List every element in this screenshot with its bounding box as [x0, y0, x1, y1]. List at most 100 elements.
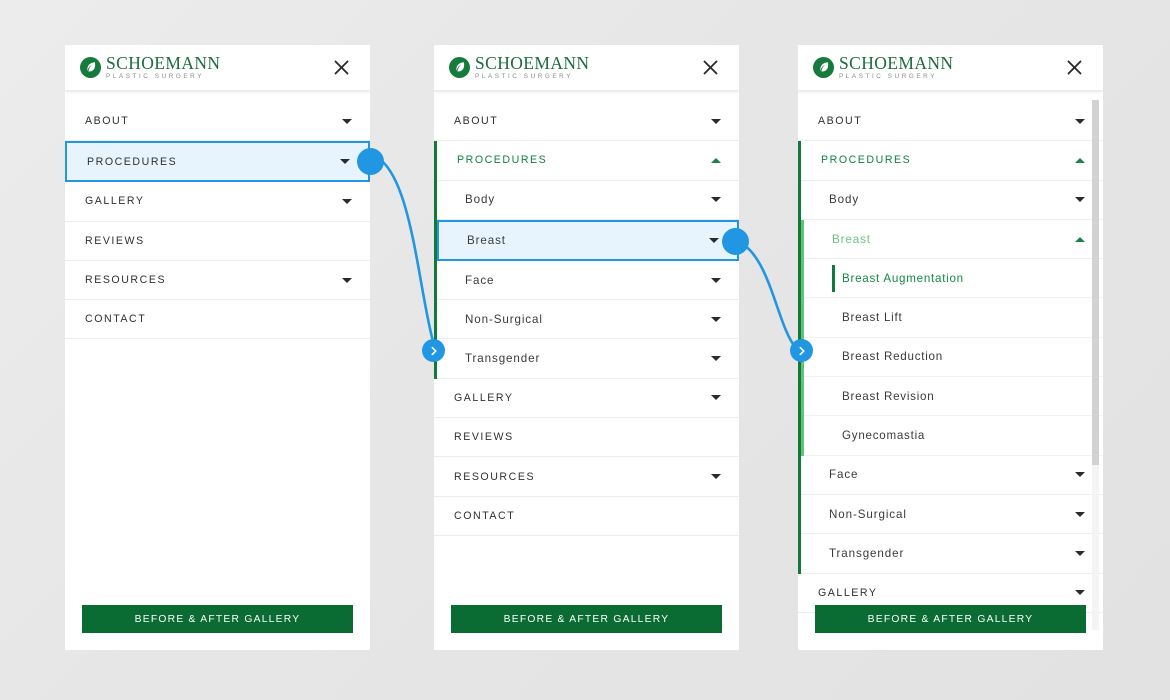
- close-icon[interactable]: [330, 57, 352, 79]
- submenu-item-transgender[interactable]: Transgender: [437, 339, 739, 379]
- procedure-item-label: Breast Lift: [842, 311, 903, 325]
- before-after-gallery-button[interactable]: BEFORE & AFTER GALLERY: [82, 605, 353, 633]
- menu-item-label: GALLERY: [454, 391, 514, 404]
- menu-list: ABOUT PROCEDURES GALLERY REVIEWS RESOURCES CO…: [65, 102, 370, 340]
- submenu-item-label: Breast: [467, 233, 506, 247]
- menu-list: ABOUT PROCEDURES Body Breast Breast Augmenta…: [798, 102, 1103, 613]
- menu-item-label: RESOURCES: [85, 274, 167, 287]
- chevron-down-icon[interactable]: [1074, 469, 1085, 480]
- procedure-item-breast-lift[interactable]: Breast Lift: [804, 298, 1103, 338]
- connector-start-dot-1: [357, 148, 384, 175]
- submenu-item-label: Breast: [832, 232, 871, 246]
- menu-panel-3: SCHOEMANN PLASTIC SURGERY ABOUT PROCEDURE…: [798, 45, 1103, 650]
- submenu-item-label: Body: [465, 193, 496, 207]
- chevron-right-icon: [422, 339, 445, 362]
- menu-item-reviews[interactable]: REVIEWS: [65, 221, 370, 261]
- chevron-up-icon[interactable]: [710, 155, 721, 166]
- submenu-item-label: Transgender: [829, 546, 905, 560]
- menu-body: ABOUT PROCEDURES Body Breast Breast Augmenta…: [798, 91, 1103, 650]
- chevron-down-icon[interactable]: [1074, 587, 1085, 598]
- screenshot-stage: SCHOEMANN PLASTIC SURGERY ABOUT PROCEDURE…: [0, 0, 1170, 700]
- menu-item-reviews[interactable]: REVIEWS: [434, 418, 739, 458]
- menu-item-label: CONTACT: [85, 313, 147, 326]
- chevron-down-icon[interactable]: [1074, 116, 1085, 127]
- menu-item-label: PROCEDURES: [457, 154, 548, 167]
- chevron-down-icon[interactable]: [710, 392, 721, 403]
- brand-tagline: PLASTIC SURGERY: [106, 73, 205, 81]
- procedure-item-breast-augmentation[interactable]: Breast Augmentation: [804, 259, 1103, 299]
- brand-name: SCHOEMANN: [839, 52, 954, 73]
- chevron-down-icon[interactable]: [1074, 509, 1085, 520]
- panel-header: SCHOEMANN PLASTIC SURGERY: [434, 45, 739, 91]
- chevron-down-icon[interactable]: [708, 235, 719, 246]
- scrollbar-thumb[interactable]: [1092, 100, 1099, 465]
- brand-logo: SCHOEMANN PLASTIC SURGERY: [80, 54, 220, 81]
- submenu-item-non-surgical[interactable]: Non-Surgical: [801, 494, 1103, 535]
- chevron-down-icon[interactable]: [710, 275, 721, 286]
- menu-item-procedures[interactable]: PROCEDURES: [65, 141, 370, 183]
- menu-item-gallery[interactable]: GALLERY: [434, 378, 739, 419]
- procedure-item-gynecomastia[interactable]: Gynecomastia: [804, 416, 1103, 456]
- submenu-item-body[interactable]: Body: [801, 180, 1103, 220]
- chevron-down-icon[interactable]: [710, 314, 721, 325]
- submenu-item-breast[interactable]: Breast: [437, 219, 739, 261]
- submenu-item-breast[interactable]: Breast: [804, 219, 1103, 260]
- menu-item-procedures[interactable]: PROCEDURES: [437, 141, 739, 181]
- menu-panel-2: SCHOEMANN PLASTIC SURGERY ABOUT PROCEDURE…: [434, 45, 739, 650]
- menu-item-about[interactable]: ABOUT: [798, 102, 1103, 142]
- procedure-item-label: Breast Augmentation: [842, 271, 964, 285]
- submenu-item-face[interactable]: Face: [801, 455, 1103, 495]
- close-icon[interactable]: [1063, 57, 1085, 79]
- before-after-gallery-button[interactable]: BEFORE & AFTER GALLERY: [451, 605, 722, 633]
- brand-tagline: PLASTIC SURGERY: [839, 73, 938, 81]
- menu-item-label: PROCEDURES: [821, 154, 912, 167]
- menu-item-gallery[interactable]: GALLERY: [65, 182, 370, 222]
- menu-item-resources[interactable]: RESOURCES: [65, 260, 370, 301]
- chevron-down-icon[interactable]: [710, 116, 721, 127]
- submenu-item-non-surgical[interactable]: Non-Surgical: [437, 300, 739, 340]
- chevron-down-icon[interactable]: [710, 471, 721, 482]
- chevron-down-icon[interactable]: [710, 194, 721, 205]
- procedure-item-label: Breast Reduction: [842, 350, 943, 364]
- submenu-item-label: Non-Surgical: [465, 312, 543, 326]
- chevron-down-icon[interactable]: [341, 275, 352, 286]
- submenu-item-body[interactable]: Body: [437, 180, 739, 220]
- chevron-up-icon[interactable]: [1074, 234, 1085, 245]
- chevron-down-icon[interactable]: [710, 353, 721, 364]
- menu-item-about[interactable]: ABOUT: [434, 102, 739, 142]
- menu-item-label: ABOUT: [454, 115, 499, 128]
- menu-item-procedures[interactable]: PROCEDURES: [801, 141, 1103, 181]
- procedure-item-label: Breast Revision: [842, 389, 935, 403]
- chevron-down-icon[interactable]: [341, 116, 352, 127]
- panel-header: SCHOEMANN PLASTIC SURGERY: [65, 45, 370, 91]
- procedure-item-breast-reduction[interactable]: Breast Reduction: [804, 337, 1103, 378]
- menu-panel-1: SCHOEMANN PLASTIC SURGERY ABOUT PROCEDURE…: [65, 45, 370, 650]
- procedure-item-breast-revision[interactable]: Breast Revision: [804, 377, 1103, 417]
- chevron-down-icon[interactable]: [1074, 194, 1085, 205]
- submenu-item-label: Face: [829, 468, 859, 482]
- brand-logo: SCHOEMANN PLASTIC SURGERY: [813, 52, 954, 81]
- brand-name: SCHOEMANN: [475, 52, 590, 73]
- submenu-item-face[interactable]: Face: [437, 260, 739, 301]
- before-after-gallery-button[interactable]: BEFORE & AFTER GALLERY: [815, 605, 1086, 633]
- menu-item-label: ABOUT: [85, 115, 130, 128]
- breast-submenu: Breast Breast Augmentation Breast Lift Brea…: [801, 219, 1103, 456]
- menu-item-label: RESOURCES: [454, 470, 536, 483]
- menu-item-label: GALLERY: [818, 586, 878, 599]
- panel-header: SCHOEMANN PLASTIC SURGERY: [798, 45, 1103, 91]
- chevron-down-icon[interactable]: [341, 196, 352, 207]
- submenu-item-label: Non-Surgical: [829, 507, 907, 521]
- brand-tagline: PLASTIC SURGERY: [475, 73, 574, 81]
- submenu-item-transgender[interactable]: Transgender: [801, 534, 1103, 574]
- menu-item-about[interactable]: ABOUT: [65, 102, 370, 142]
- close-icon[interactable]: [699, 57, 721, 79]
- menu-item-resources[interactable]: RESOURCES: [434, 457, 739, 497]
- menu-item-contact[interactable]: CONTACT: [65, 300, 370, 340]
- menu-item-contact[interactable]: CONTACT: [434, 496, 739, 536]
- menu-item-label: CONTACT: [454, 509, 516, 522]
- menu-item-label: PROCEDURES: [87, 155, 178, 168]
- chevron-down-icon[interactable]: [339, 156, 350, 167]
- chevron-up-icon[interactable]: [1074, 155, 1085, 166]
- chevron-down-icon[interactable]: [1074, 548, 1085, 559]
- submenu-item-label: Face: [465, 273, 495, 287]
